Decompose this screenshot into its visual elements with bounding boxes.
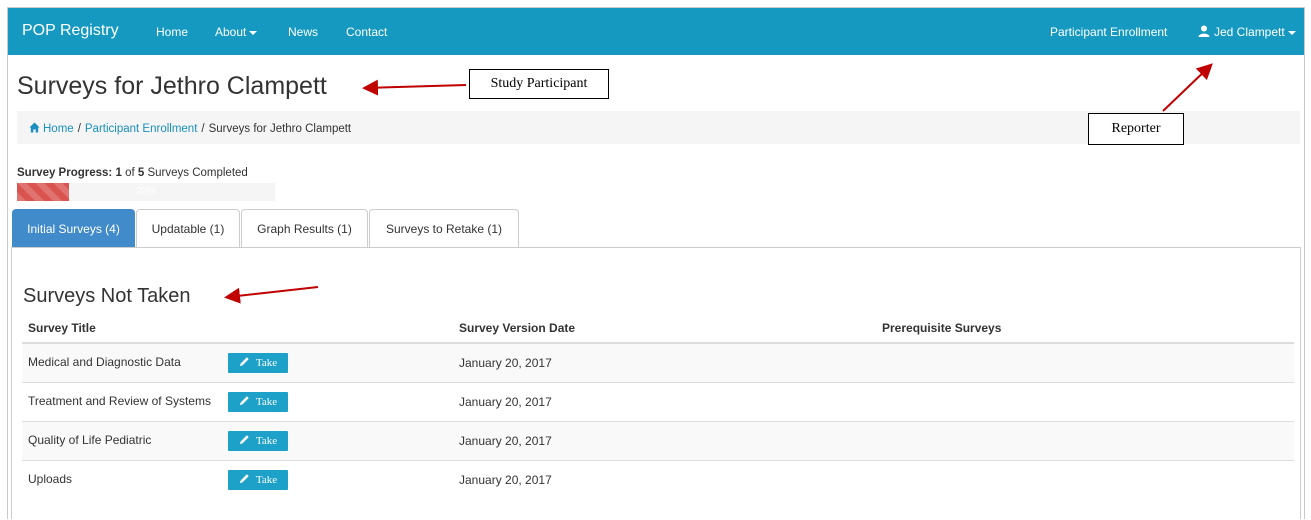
survey-title: Uploads xyxy=(28,472,73,487)
prerequisite-surveys xyxy=(876,342,1294,383)
breadcrumb-participant-enrollment[interactable]: Participant Enrollment xyxy=(85,123,198,135)
nav-participant-enrollment[interactable]: Participant Enrollment xyxy=(1050,25,1167,39)
survey-title-cell: Medical and Diagnostic Data Take xyxy=(22,342,453,383)
progress-completed: 1 xyxy=(115,167,122,179)
take-survey-button[interactable]: Take xyxy=(228,431,288,451)
section-title: Surveys Not Taken xyxy=(23,285,191,307)
prerequisite-surveys xyxy=(876,460,1294,499)
take-survey-button[interactable]: Take xyxy=(228,470,288,490)
column-header-version-date: Survey Version Date xyxy=(453,314,876,344)
breadcrumb-separator: / xyxy=(201,123,205,135)
nav-about[interactable]: About xyxy=(215,25,258,39)
progress-suffix: Surveys Completed xyxy=(147,167,248,179)
chevron-down-icon xyxy=(249,30,258,35)
take-survey-button[interactable]: Take xyxy=(228,353,288,373)
prerequisite-surveys xyxy=(876,421,1294,461)
breadcrumb-home[interactable]: Home xyxy=(29,122,74,135)
home-icon xyxy=(29,122,40,133)
breadcrumb-home-label: Home xyxy=(43,123,74,135)
progress-total: 5 xyxy=(137,167,145,179)
survey-title-cell: Treatment and Review of Systems Take xyxy=(22,382,453,422)
user-name: Jed Clampett xyxy=(1214,25,1285,39)
top-navbar: POP Registry Home About News Contact Par… xyxy=(8,8,1304,55)
prerequisite-surveys xyxy=(876,382,1294,422)
survey-title-cell: Uploads Take xyxy=(22,460,453,499)
progress-prefix: Survey Progress: xyxy=(17,167,113,179)
survey-progress-label: Survey Progress: 1 of 5 Surveys Complete… xyxy=(17,167,248,179)
tab-surveys-to-retake[interactable]: Surveys to Retake (1) xyxy=(369,209,519,247)
surveys-table: Survey Title Survey Version Date Prerequ… xyxy=(22,314,1294,499)
app-frame: POP Registry Home About News Contact Par… xyxy=(7,7,1305,519)
table-row: Quality of Life Pediatric Take January 20… xyxy=(22,421,1294,461)
user-icon xyxy=(1198,25,1210,37)
take-label: Take xyxy=(255,357,278,369)
survey-version-date: January 20, 2017 xyxy=(453,460,876,499)
table-row: Treatment and Review of Systems Take Janu… xyxy=(22,382,1294,422)
page-title: Surveys for Jethro Clampett xyxy=(17,72,327,100)
take-label: Take xyxy=(255,435,278,447)
tab-initial-surveys[interactable]: Initial Surveys (4) xyxy=(12,209,135,247)
tab-graph-results[interactable]: Graph Results (1) xyxy=(241,209,368,247)
column-header-survey-title: Survey Title xyxy=(22,314,453,344)
table-row: Uploads Take January 20, 2017 xyxy=(22,460,1294,499)
take-label: Take xyxy=(255,474,278,486)
brand-link[interactable]: POP Registry xyxy=(22,22,119,40)
survey-version-date: January 20, 2017 xyxy=(453,382,876,422)
survey-progress-percent: 20% xyxy=(135,186,156,197)
annotation-study-participant: Study Participant xyxy=(469,69,609,99)
take-survey-button[interactable]: Take xyxy=(228,392,288,412)
annotation-reporter: Reporter xyxy=(1088,113,1184,145)
user-menu[interactable]: Jed Clampett xyxy=(1198,25,1296,39)
nav-home[interactable]: Home xyxy=(156,25,188,39)
nav-about-label: About xyxy=(215,25,247,39)
column-header-prerequisites: Prerequisite Surveys xyxy=(876,314,1294,344)
survey-title: Medical and Diagnostic Data xyxy=(28,355,181,370)
survey-title: Quality of Life Pediatric xyxy=(28,433,152,448)
pencil-icon xyxy=(239,396,249,406)
progress-of: of xyxy=(125,167,135,179)
nav-news[interactable]: News xyxy=(288,25,318,39)
pencil-icon xyxy=(239,357,249,367)
nav-contact[interactable]: Contact xyxy=(346,25,387,39)
survey-title-cell: Quality of Life Pediatric Take xyxy=(22,421,453,461)
pencil-icon xyxy=(239,474,249,484)
survey-version-date: January 20, 2017 xyxy=(453,342,876,383)
survey-title: Treatment and Review of Systems xyxy=(28,394,211,409)
survey-progress-bar: 20% xyxy=(17,183,275,201)
table-row: Medical and Diagnostic Data Take January … xyxy=(22,342,1294,383)
breadcrumb-current: Surveys for Jethro Clampett xyxy=(208,123,352,135)
tab-updatable[interactable]: Updatable (1) xyxy=(136,209,240,247)
chevron-down-icon xyxy=(1287,30,1296,35)
pencil-icon xyxy=(239,435,249,445)
table-header-row: Survey Title Survey Version Date Prerequ… xyxy=(22,314,1294,344)
take-label: Take xyxy=(255,396,278,408)
tab-panel: Surveys Not Taken Survey Title Survey Ve… xyxy=(11,247,1301,519)
survey-version-date: January 20, 2017 xyxy=(453,421,876,461)
breadcrumb-separator: / xyxy=(77,123,81,135)
